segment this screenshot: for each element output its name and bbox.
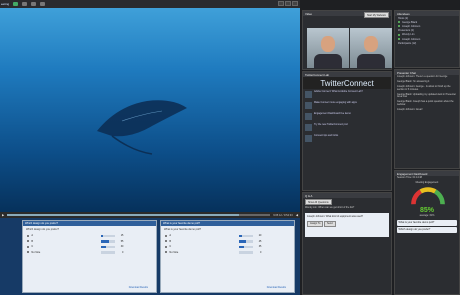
radio-icon[interactable] <box>165 240 168 243</box>
attendees-pod: Attendees Hosts (2) George Black Joseph … <box>394 10 460 68</box>
avatar <box>305 113 312 120</box>
radio-icon[interactable] <box>27 251 30 254</box>
download-results-link[interactable]: Download Results <box>267 286 286 289</box>
radio-icon[interactable] <box>165 234 168 237</box>
top-bar: eeting <box>0 0 300 8</box>
maximize-icon[interactable] <box>285 1 291 6</box>
webcam-icon[interactable] <box>22 2 28 6</box>
radio-icon[interactable] <box>27 240 30 243</box>
question-item[interactable]: Wendy Lim: When can we get short of the … <box>303 206 391 211</box>
status-icon <box>398 21 400 24</box>
start-webcam-button[interactable]: Start My Webcam <box>364 12 389 18</box>
radio-icon[interactable] <box>165 245 168 248</box>
engagement-poll-item[interactable]: What is your favorite demo poll? <box>397 219 457 226</box>
microphone-icon[interactable] <box>13 2 19 6</box>
playback-time: 9:05:12 / 9:54:33 <box>273 213 293 217</box>
minimize-icon[interactable] <box>278 1 284 6</box>
poll-pod-1: Which design do you prefer? Which design… <box>22 220 157 293</box>
chat-message: Joseph Johnson: Great! <box>397 108 423 111</box>
twitter-pod: TwitterConnect Lab TwitterConnect Adobe … <box>302 71 392 191</box>
tweet-item[interactable]: Try the new TwitterConnect pod <box>303 122 391 133</box>
engagement-percent: 85% <box>419 206 434 214</box>
seek-slider[interactable] <box>7 214 271 216</box>
participant-face <box>364 36 378 52</box>
participant-body <box>314 54 342 68</box>
qa-pod: Q & A Show All Questions Wendy Lim: When… <box>302 192 392 295</box>
engagement-average: average: 61% <box>419 213 435 217</box>
webcam-feed <box>350 28 392 68</box>
engagement-poll-item[interactable]: Which design do you prefer? <box>397 226 457 233</box>
video-pod-title: Video Start My Webcam <box>303 11 391 18</box>
participant-face <box>321 36 335 52</box>
question-filter-select[interactable]: Show All Questions <box>305 199 332 205</box>
send-button[interactable]: Send <box>324 220 336 227</box>
radio-icon[interactable] <box>27 245 30 248</box>
volume-icon[interactable]: ◀ <box>296 213 298 217</box>
poll-option[interactable]: No Vote 0 <box>161 250 294 256</box>
avatar <box>305 135 312 142</box>
tweet-item[interactable]: Adobe Connect: What is Adobe Connect Lab… <box>303 89 391 100</box>
poll-pod-2: What is your favorite demo poll? What is… <box>160 220 295 293</box>
poll-option[interactable]: No Vote 0 <box>23 250 156 256</box>
avatar <box>305 124 312 131</box>
question-detail: Joseph Johnson: What kind of equipment w… <box>305 212 389 237</box>
twitterconnect-logo: TwitterConnect <box>303 77 391 89</box>
assign-to-select[interactable]: Assign To <box>307 220 324 227</box>
radio-icon[interactable] <box>27 234 30 237</box>
webcam-feed <box>307 28 349 68</box>
chat-message: Joseph Johnson: George - Is about to fin… <box>397 84 451 91</box>
avatar <box>305 102 312 109</box>
presenter-chat-pod: Presenter Chat Joseph Johnson: There's a… <box>394 69 460 169</box>
selected-question: Joseph Johnson: What kind of equipment w… <box>307 214 363 218</box>
radio-icon[interactable] <box>165 251 168 254</box>
manta-ray-image <box>97 100 187 155</box>
participants-group[interactable]: Participants (12) <box>395 41 459 45</box>
status-icon <box>398 38 400 41</box>
tweet-item[interactable]: Connect tips and tricks <box>303 133 391 144</box>
engagement-dashboard-pod: Engagement Dashboard Session Time: 01:14… <box>394 170 460 295</box>
tweet-item[interactable]: Engagement Dashboard live demo <box>303 111 391 122</box>
meeting-title: eeting <box>1 2 10 6</box>
chat-message: George Black: Joseph has a quick questio… <box>397 100 454 107</box>
avatar <box>305 91 312 98</box>
poll-question: Which design do you prefer? <box>26 228 60 231</box>
status-icon <box>398 25 400 28</box>
menu-icon[interactable] <box>292 1 298 6</box>
speaker-icon[interactable] <box>31 2 37 6</box>
poll-question: What is your favorite demo poll? <box>164 228 202 231</box>
download-results-link[interactable]: Download Results <box>129 286 148 289</box>
play-icon[interactable]: ▶ <box>2 213 4 217</box>
pod-controls <box>278 1 298 6</box>
engagement-gauge <box>411 187 445 205</box>
video-pod: Video Start My Webcam <box>302 10 392 70</box>
shared-video-stage <box>0 8 300 212</box>
participant-body <box>357 54 385 68</box>
status-icon <box>398 33 400 36</box>
chat-message: George Black: Uploading my updated deck … <box>397 92 457 99</box>
tweet-item[interactable]: Make Connect more engaging with apps <box>303 100 391 111</box>
raise-hand-icon[interactable] <box>40 2 46 6</box>
